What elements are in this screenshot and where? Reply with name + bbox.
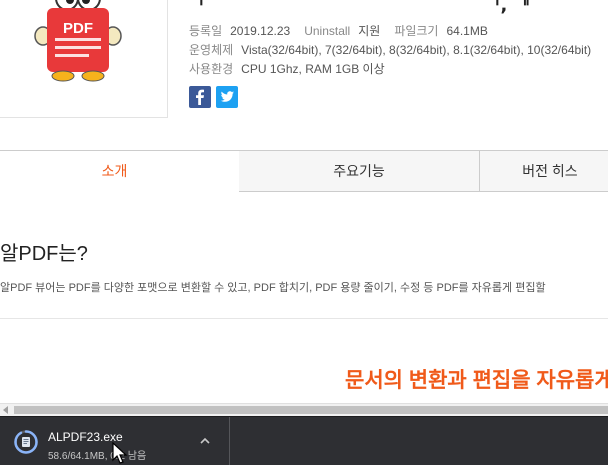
os-value: Vista(32/64bit), 7(32/64bit), 8(32/64bit… xyxy=(241,43,592,57)
download-status: 58.6/64.1MB, 0초 남음 xyxy=(48,451,147,462)
size-label: 파일크기 xyxy=(394,24,439,38)
size-value: 64.1MB xyxy=(446,24,488,38)
app-logo-box: PDF xyxy=(0,0,168,118)
info-row-date-size: 등록일 2019.12.23 Uninstall 지원 파일크기 64.1MB xyxy=(189,22,502,39)
download-bar: ALPDF23.exe 58.6/64.1MB, 0초 남음 xyxy=(0,416,608,465)
environment-value: CPU 1Ghz, RAM 1GB 이상 xyxy=(241,62,385,76)
twitter-share-button[interactable] xyxy=(216,86,238,108)
tab-version-history[interactable]: 버전 히스 xyxy=(480,150,608,192)
info-row-environment: 사용환경 CPU 1Ghz, RAM 1GB 이상 xyxy=(189,60,399,77)
facebook-share-button[interactable] xyxy=(189,86,211,108)
horizontal-scrollbar[interactable] xyxy=(0,403,608,416)
environment-label: 사용환경 xyxy=(189,62,234,76)
section-divider xyxy=(0,318,608,319)
logo-text: PDF xyxy=(63,20,93,37)
uninstall-value: 지원 xyxy=(358,24,381,38)
tab-intro[interactable]: 소개 xyxy=(0,150,240,192)
section-description: 알PDF 뷰어는 PDF를 다양한 포맷으로 변환할 수 있고, PDF 합치기… xyxy=(0,282,546,294)
section-heading: 알PDF는? xyxy=(0,243,88,265)
alpdf-mascot-icon: PDF xyxy=(34,0,122,82)
content-tabs: 소개 주요기능 버전 히스 xyxy=(0,150,608,192)
tab-features[interactable]: 주요기능 xyxy=(239,150,480,192)
feature-banner-text: 문서의 변환과 편집을 자유롭게 xyxy=(345,369,608,392)
os-label: 운영체제 xyxy=(189,43,234,57)
download-progress-icon xyxy=(14,430,38,454)
page-title-fragment-right: ᅵ, ᅵᅵ xyxy=(484,0,531,16)
chevron-up-icon[interactable] xyxy=(199,435,211,447)
page-title-fragment: ᅵ xyxy=(188,0,206,16)
date-label: 등록일 xyxy=(189,24,223,38)
facebook-icon xyxy=(196,89,204,105)
mouse-cursor-icon xyxy=(112,442,128,464)
uninstall-label: Uninstall xyxy=(304,24,351,38)
date-value: 2019.12.23 xyxy=(230,24,291,38)
scrollbar-thumb[interactable] xyxy=(14,406,608,414)
scroll-left-arrow-icon[interactable] xyxy=(3,406,8,414)
twitter-icon xyxy=(220,91,234,102)
info-row-os: 운영체제 Vista(32/64bit), 7(32/64bit), 8(32/6… xyxy=(189,41,605,58)
